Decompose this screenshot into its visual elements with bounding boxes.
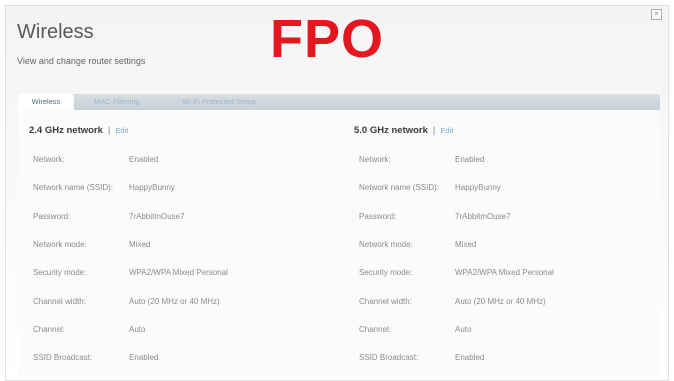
setting-label: Network: <box>359 155 391 164</box>
section-24ghz-header: 2.4 GHz network | Edit <box>29 125 128 136</box>
setting-label: Security mode: <box>33 268 87 278</box>
setting-value: Enabled <box>455 353 485 363</box>
setting-value: Mixed <box>129 239 151 249</box>
setting-label: Network name (SSID): <box>359 183 440 193</box>
tab-wifi-protected-setup[interactable]: Wi-Fi Protected Setup <box>160 94 278 110</box>
setting-value: WPA2/WPA Mixed Personal <box>129 268 228 278</box>
setting-label: Channel width: <box>33 296 86 306</box>
setting-label: Password: <box>33 211 71 221</box>
settings-panel <box>18 110 660 376</box>
section-24ghz-title: 2.4 GHz network <box>29 125 103 136</box>
page-subtitle: View and change router settings <box>17 56 146 66</box>
setting-label: Network mode: <box>359 239 413 249</box>
setting-value: Auto (20 MHz or 40 MHz) <box>455 296 546 306</box>
setting-value: Enabled <box>129 353 159 363</box>
edit-5ghz-link[interactable]: Edit <box>440 126 453 135</box>
setting-label: Channel: <box>359 324 392 334</box>
setting-value: Enabled <box>129 155 159 164</box>
setting-value: Enabled <box>455 155 485 164</box>
tab-wireless[interactable]: Wireless <box>18 94 74 110</box>
section-5ghz-header: 5.0 GHz network | Edit <box>354 125 453 136</box>
tab-bar: Wireless MAC Filtering Wi-Fi Protected S… <box>18 94 660 110</box>
setting-value: HappyBunny <box>129 183 175 193</box>
setting-value: Auto <box>129 324 146 334</box>
section-5ghz-title: 5.0 GHz network <box>354 125 428 136</box>
tab-mac-filtering[interactable]: MAC Filtering <box>78 94 156 110</box>
setting-value: WPA2/WPA Mixed Personal <box>455 268 554 278</box>
setting-value: Mixed <box>455 239 477 249</box>
setting-label: Channel: <box>33 324 66 334</box>
close-icon[interactable]: × <box>651 9 662 20</box>
setting-label: Channel width: <box>359 296 412 306</box>
fpo-overlay-text: FPO <box>270 9 385 69</box>
setting-label: Password: <box>359 211 397 221</box>
setting-value: Auto <box>455 324 472 334</box>
setting-label: SSID Broadcast: <box>33 353 93 363</box>
setting-value: 7rAbbitmOuse7 <box>129 211 185 221</box>
setting-label: Security mode: <box>359 268 413 278</box>
section-separator: | <box>107 125 111 136</box>
edit-24ghz-link[interactable]: Edit <box>115 126 128 135</box>
setting-label: Network name (SSID): <box>33 183 114 193</box>
setting-label: Network mode: <box>33 239 87 249</box>
setting-value: 7rAbbitmOuse7 <box>455 211 511 221</box>
section-separator: | <box>432 125 436 136</box>
setting-value: HappyBunny <box>455 183 501 193</box>
setting-label: SSID Broadcast: <box>359 353 419 363</box>
setting-value: Auto (20 MHz or 40 MHz) <box>129 296 220 306</box>
page-title: Wireless <box>17 21 94 43</box>
setting-label: Network: <box>33 155 65 164</box>
